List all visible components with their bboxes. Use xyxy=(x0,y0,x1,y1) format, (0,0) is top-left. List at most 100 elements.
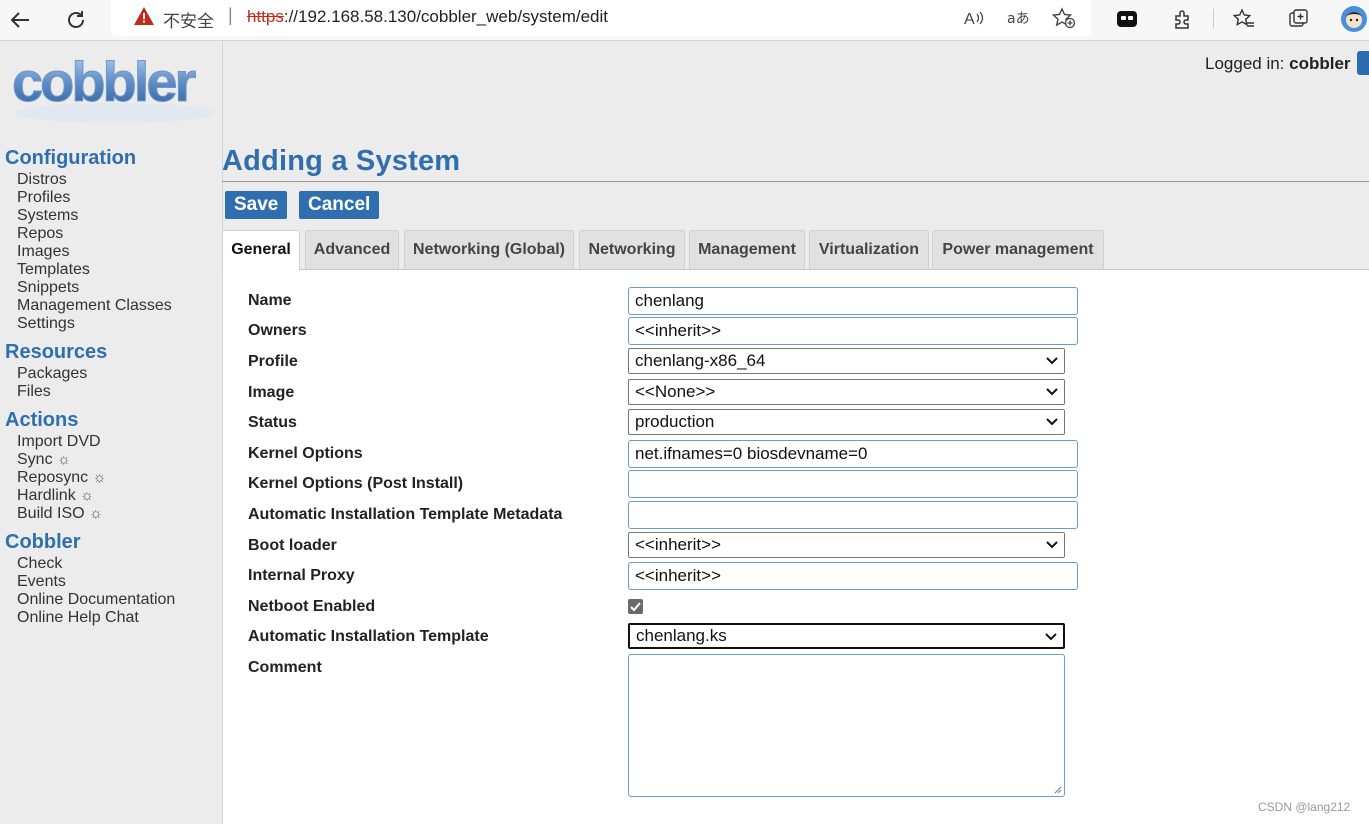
tab-advanced[interactable]: Advanced xyxy=(305,230,399,270)
owners-field[interactable]: <<inherit>> xyxy=(628,317,1078,345)
profile-value: chenlang-x86_64 xyxy=(635,351,766,370)
image-select[interactable]: <<None>> xyxy=(628,379,1065,405)
autoinstall-label: Automatic Installation Template xyxy=(248,628,489,645)
sidebar-item-snippets[interactable]: Snippets xyxy=(17,279,220,297)
sidebar-item-systems[interactable]: Systems xyxy=(17,207,220,225)
save-button[interactable]: Save xyxy=(225,191,288,219)
autoinstall-select[interactable]: chenlang.ks xyxy=(628,623,1065,649)
tab-power-management[interactable]: Power management xyxy=(932,230,1104,270)
tab-networking-global[interactable]: Networking (Global) xyxy=(404,230,574,270)
sidebar-item-online-help-chat[interactable]: Online Help Chat xyxy=(17,609,220,627)
back-button[interactable] xyxy=(4,4,36,36)
tab-networking[interactable]: Networking xyxy=(579,230,685,270)
row-name: Name chenlang xyxy=(248,287,1348,317)
sidebar-item-management-classes[interactable]: Management Classes xyxy=(17,297,220,315)
status-value: production xyxy=(635,412,715,431)
kernel-options-post-label: Kernel Options (Post Install) xyxy=(248,475,464,492)
autoinstall-value: chenlang.ks xyxy=(636,626,727,645)
collections-icon[interactable] xyxy=(1284,4,1314,34)
sidebar-item-profiles[interactable]: Profiles xyxy=(17,189,220,207)
tab-bar: General Advanced Networking (Global) Net… xyxy=(222,230,1369,271)
comment-textarea[interactable] xyxy=(628,654,1065,797)
sidebar: Configuration Distros Profiles Systems R… xyxy=(5,145,220,633)
row-kernel-options: Kernel Options net.ifnames=0 biosdevname… xyxy=(248,440,1348,470)
profile-avatar-icon[interactable] xyxy=(1339,4,1369,34)
sidebar-heading-configuration: Configuration xyxy=(5,147,137,169)
autoinstall-meta-field[interactable] xyxy=(628,501,1078,529)
sidebar-item-online-documentation[interactable]: Online Documentation xyxy=(17,591,220,609)
netboot-checkbox[interactable] xyxy=(628,599,643,614)
username: cobbler xyxy=(1289,54,1351,73)
netboot-label: Netboot Enabled xyxy=(248,598,376,615)
tab-management[interactable]: Management xyxy=(689,230,805,270)
logout-button[interactable] xyxy=(1357,51,1369,75)
sidebar-item-sync[interactable]: Sync ☼ xyxy=(17,451,220,469)
cancel-button[interactable]: Cancel xyxy=(299,191,380,219)
row-internal-proxy: Internal Proxy <<inherit>> xyxy=(248,562,1348,592)
tab-general[interactable]: General xyxy=(222,230,300,271)
hardlink-label: Hardlink xyxy=(17,487,76,504)
sidebar-item-check[interactable]: Check xyxy=(17,555,220,573)
main-content: Adding a System Save Cancel General Adva… xyxy=(222,145,1369,824)
sidebar-item-distros[interactable]: Distros xyxy=(17,171,220,189)
warning-icon xyxy=(133,5,155,32)
logged-in-status: Logged in: cobbler xyxy=(1205,54,1351,74)
sidebar-heading-cobbler: Cobbler xyxy=(5,531,81,553)
sidebar-item-files[interactable]: Files xyxy=(17,383,220,401)
resources-list: Packages Files xyxy=(17,365,220,401)
sidebar-item-templates[interactable]: Templates xyxy=(17,261,220,279)
internal-proxy-field[interactable]: <<inherit>> xyxy=(628,562,1078,590)
kernel-options-post-field[interactable] xyxy=(628,470,1078,498)
chevron-down-icon xyxy=(1046,418,1058,426)
sidebar-item-packages[interactable]: Packages xyxy=(17,365,220,383)
profile-label: Profile xyxy=(248,353,298,370)
sidebar-item-hardlink[interactable]: Hardlink ☼ xyxy=(17,487,220,505)
status-select[interactable]: production xyxy=(628,409,1065,435)
row-profile: Profile chenlang-x86_64 xyxy=(248,348,1348,378)
sidebar-item-reposync[interactable]: Reposync ☼ xyxy=(17,469,220,487)
page: cobbler Logged in: cobbler Configuration… xyxy=(0,41,1369,824)
url-protocol: https xyxy=(247,7,284,26)
favorites-icon[interactable] xyxy=(1229,4,1259,34)
chevron-down-icon xyxy=(1046,541,1058,549)
cobbler-logo: cobbler xyxy=(10,50,225,133)
row-image: Image <<None>> xyxy=(248,379,1348,409)
reposync-gear-icon: ☼ xyxy=(92,469,107,486)
image-label: Image xyxy=(248,384,295,401)
title-divider xyxy=(222,181,1369,182)
name-field[interactable]: chenlang xyxy=(628,287,1078,315)
row-boot-loader: Boot loader <<inherit>> xyxy=(248,532,1348,562)
sidebar-item-images[interactable]: Images xyxy=(17,243,220,261)
profile-select[interactable]: chenlang-x86_64 xyxy=(628,348,1065,374)
sidebar-item-build-iso[interactable]: Build ISO ☼ xyxy=(17,505,220,523)
sidebar-item-repos[interactable]: Repos xyxy=(17,225,220,243)
kernel-options-field[interactable]: net.ifnames=0 biosdevname=0 xyxy=(628,440,1078,468)
row-autoinstall-meta: Automatic Installation Template Metadata xyxy=(248,501,1348,531)
row-netboot: Netboot Enabled xyxy=(248,593,1348,623)
configuration-list: Distros Profiles Systems Repos Images Te… xyxy=(17,171,220,333)
internal-proxy-label: Internal Proxy xyxy=(248,567,355,584)
extensions-icon[interactable] xyxy=(1168,4,1198,34)
refresh-icon xyxy=(68,11,84,28)
sidebar-item-events[interactable]: Events xyxy=(17,573,220,591)
toolbar-divider xyxy=(1213,9,1214,29)
read-aloud-icon[interactable]: A xyxy=(961,5,987,31)
boot-loader-value: <<inherit>> xyxy=(635,535,722,554)
boot-loader-select[interactable]: <<inherit>> xyxy=(628,532,1065,558)
sync-gear-icon: ☼ xyxy=(57,451,71,468)
resize-grip-icon[interactable] xyxy=(1052,784,1062,794)
refresh-button[interactable] xyxy=(60,4,92,36)
chevron-down-icon xyxy=(1046,357,1058,365)
page-title: Adding a System xyxy=(222,145,461,177)
translate-icon[interactable]: aあ xyxy=(1005,5,1031,31)
hardlink-gear-icon: ☼ xyxy=(80,487,94,504)
sidebar-item-import-dvd[interactable]: Import DVD xyxy=(17,433,220,451)
general-panel: Name chenlang Owners <<inherit>> Profile… xyxy=(223,270,1369,824)
extension-app-icon[interactable] xyxy=(1112,4,1142,34)
sidebar-heading-resources: Resources xyxy=(5,341,108,363)
address-bar[interactable]: 不安全 | https://192.168.58.130/cobbler_web… xyxy=(111,0,1091,36)
sidebar-item-settings[interactable]: Settings xyxy=(17,315,220,333)
tab-virtualization[interactable]: Virtualization xyxy=(809,230,929,270)
svg-text:A: A xyxy=(964,11,975,28)
add-favorite-icon[interactable] xyxy=(1051,5,1077,31)
